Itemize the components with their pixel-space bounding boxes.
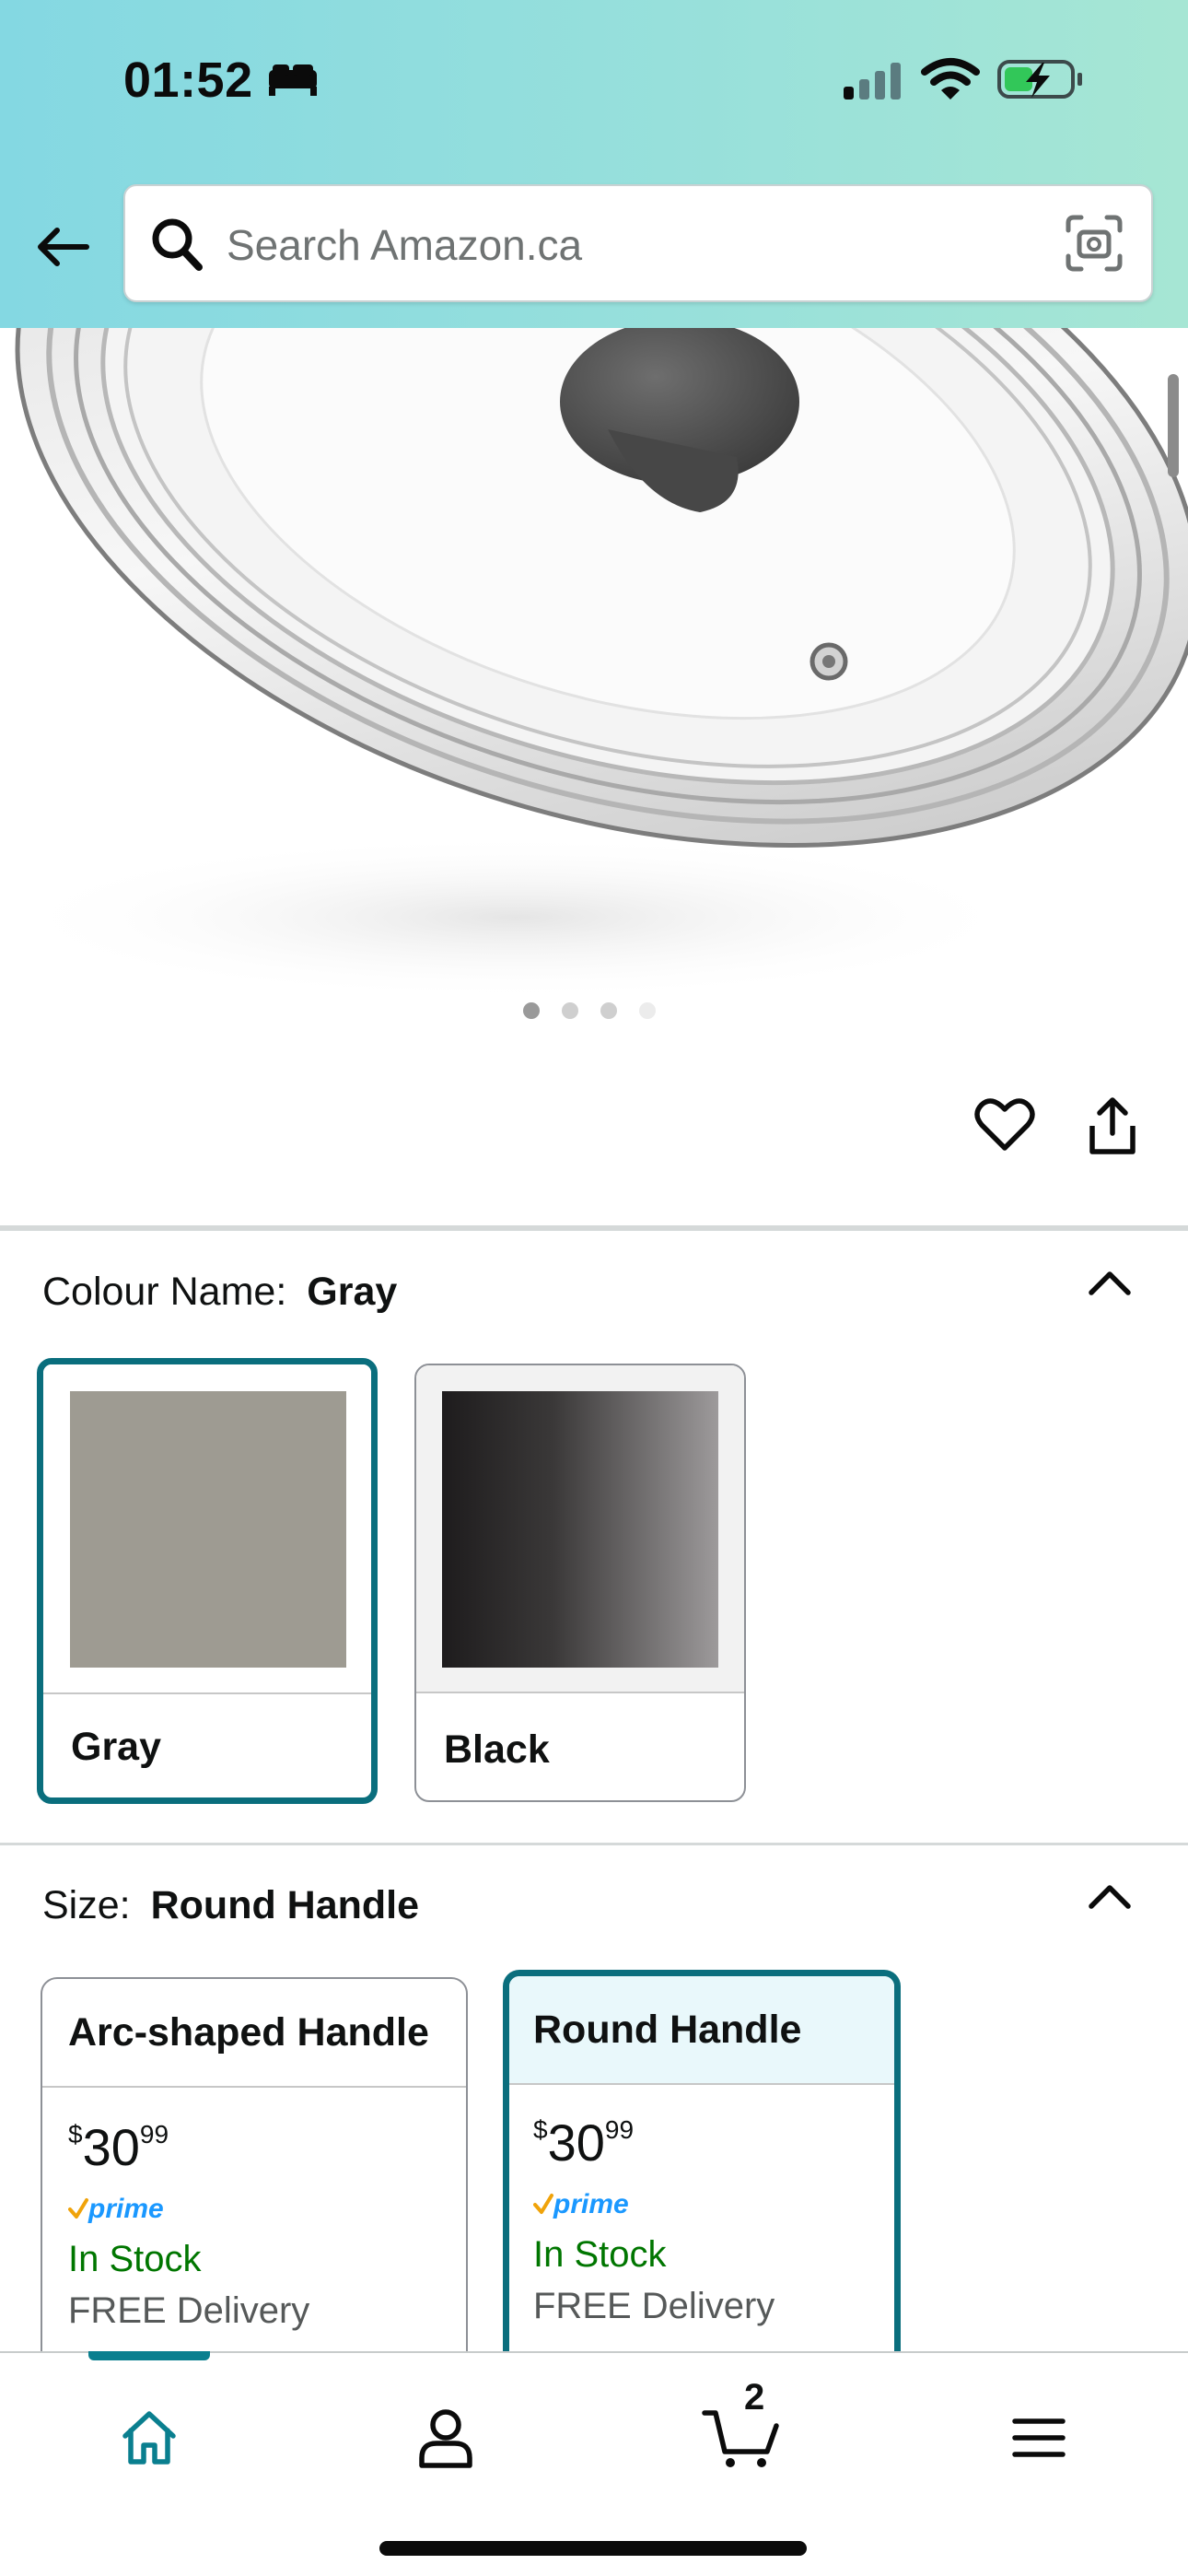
size-label: Size: [42,1883,131,1927]
black-swatch-chip [442,1391,718,1668]
product-page: 01:52 Search Amazon.ca Colour Name: Gray… [0,0,1188,2576]
back-button[interactable] [28,212,98,282]
swatch-image-area [43,1364,371,1694]
carousel-dot[interactable] [600,1002,617,1019]
section-divider [0,1843,1188,1845]
price: $3099 [533,2113,635,2172]
chevron-up-icon[interactable] [1087,1268,1133,1297]
colour-section-label: Colour Name: Gray [42,1270,397,1315]
cart-count-badge: 2 [744,2377,765,2418]
colour-option-name: Gray [71,1725,162,1769]
size-option-name: Round Handle [509,1976,894,2085]
battery-charging-icon [997,60,1082,99]
prime-badge-icon: prime [68,2194,164,2224]
colour-label: Colour Name: [42,1270,287,1314]
colour-option-black[interactable]: Black [414,1364,746,1802]
search-icon [152,218,203,271]
glass-pot-lid-image [0,328,1188,1001]
cellular-signal-icon [844,63,901,100]
colour-option-gray[interactable]: Gray [37,1358,378,1804]
menu-icon [1012,2418,1066,2457]
nav-menu[interactable] [984,2392,1094,2484]
size-section-label: Size: Round Handle [42,1883,419,1928]
scrollbar[interactable] [1168,374,1179,477]
product-image[interactable] [0,328,1188,1083]
status-time: 01:52 [123,53,253,108]
prime-text: prime [87,2194,164,2224]
carousel-dot[interactable] [639,1002,656,1019]
camera-scan-icon[interactable] [1065,214,1124,273]
colour-selected-value: Gray [307,1270,398,1314]
stock-status: In Stock [68,2239,202,2279]
image-carousel-dots[interactable] [523,1002,656,1019]
nav-home[interactable] [94,2392,204,2484]
carousel-dot[interactable] [562,1002,578,1019]
swatch-image-area [416,1365,744,1693]
share-icon[interactable] [1087,1096,1138,1157]
wifi-icon [921,58,980,100]
search-bar[interactable] [123,184,1153,302]
account-icon [419,2409,472,2468]
prime-text: prime [553,2189,629,2219]
home-icon [122,2411,176,2465]
price: $3099 [68,2118,169,2176]
gray-swatch-chip [70,1391,346,1668]
prime-badge-icon: prime [533,2189,629,2219]
carousel-dot[interactable] [523,1002,540,1019]
home-indicator[interactable] [379,2541,807,2556]
colour-option-name: Black [444,1727,550,1772]
sleep-focus-icon [269,64,317,96]
app-header: 01:52 [0,0,1188,328]
delivery-info: FREE Delivery [68,2290,310,2331]
nav-cart[interactable] [687,2392,798,2484]
search-input[interactable] [227,208,1019,282]
chevron-up-icon[interactable] [1087,1881,1133,1911]
cart-icon [702,2410,779,2467]
heart-icon[interactable] [974,1096,1035,1153]
active-tab-indicator [88,2351,210,2360]
size-option-name: Arc-shaped Handle [42,1979,466,2088]
stock-status: In Stock [533,2234,667,2275]
arrow-left-icon [38,228,89,266]
section-divider [0,1225,1188,1231]
delivery-info: FREE Delivery [533,2286,775,2326]
nav-account[interactable] [390,2392,501,2484]
size-selected-value: Round Handle [150,1883,420,1927]
